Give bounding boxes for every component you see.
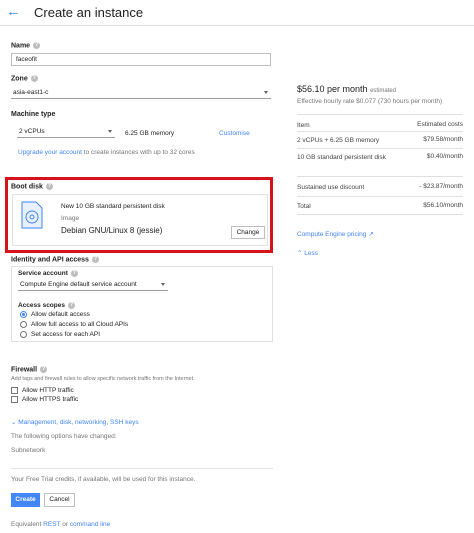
http-checkbox[interactable] <box>11 387 18 394</box>
zone-select[interactable]: asia-east1-c <box>11 88 271 99</box>
chevron-down-icon <box>264 91 268 94</box>
help-icon[interactable]: ? <box>70 270 78 277</box>
rest-link[interactable]: REST <box>43 521 60 528</box>
create-button[interactable]: Create <box>11 493 40 507</box>
vcpu-select[interactable]: 2 vCPUs <box>17 127 115 138</box>
monthly-price: $56.10 per month estimated <box>297 84 397 94</box>
equivalent-note: Equivalent REST or command line <box>11 521 111 528</box>
external-link-icon: ↗ <box>368 231 374 238</box>
trial-note: Your Free Trial credits, if available, w… <box>11 476 196 483</box>
boot-disk-card: New 10 GB standard persistent disk Image… <box>12 194 268 246</box>
zone-label: Zone? <box>11 75 38 83</box>
boot-disk-label: Boot disk? <box>11 183 53 191</box>
subnetwork-note: Subnetwork <box>11 447 46 454</box>
cancel-button[interactable]: Cancel <box>44 493 75 507</box>
https-checkbox[interactable] <box>11 396 18 403</box>
boot-disk-title: New 10 GB standard persistent disk <box>61 203 165 210</box>
help-icon[interactable]: ? <box>30 75 38 82</box>
divider <box>297 214 463 215</box>
machine-type-label: Machine type <box>11 111 56 118</box>
pricing-link[interactable]: Compute Engine pricing ↗ <box>297 230 374 238</box>
http-label: Allow HTTP traffic <box>22 387 74 394</box>
scope-radio-full[interactable] <box>20 321 27 328</box>
boot-image-label: Image <box>61 215 80 222</box>
scope-radio-default[interactable] <box>20 311 27 318</box>
changed-note: The following options have changed: <box>11 433 117 440</box>
name-label: Name? <box>11 42 41 50</box>
scope-option-label: Set access for each API <box>31 331 101 338</box>
chevron-down-icon <box>108 130 112 133</box>
upgrade-account-link[interactable]: Upgrade your account <box>18 149 82 156</box>
help-icon[interactable]: ? <box>33 42 41 49</box>
help-icon[interactable]: ? <box>91 256 99 263</box>
back-arrow-icon[interactable]: ← <box>6 4 22 20</box>
scope-radio-each[interactable] <box>20 331 27 338</box>
upgrade-note: Upgrade your account to create instances… <box>18 149 195 156</box>
firewall-description: Add tags and firewall rules to allow spe… <box>11 376 195 382</box>
help-icon[interactable]: ? <box>40 366 48 373</box>
page-header: ← Create an instance <box>0 0 474 26</box>
help-icon[interactable]: ? <box>67 302 75 309</box>
divider <box>297 148 463 149</box>
help-icon[interactable]: ? <box>45 183 53 190</box>
management-toggle[interactable]: ⌄ Management, disk, networking, SSH keys <box>11 418 139 426</box>
scope-option-label: Allow full access to all Cloud APIs <box>31 321 129 328</box>
change-boot-disk-button[interactable]: Change <box>231 226 265 239</box>
boot-image-value: Debian GNU/Linux 8 (jessie) <box>61 226 163 235</box>
divider <box>11 468 273 469</box>
disk-icon <box>21 201 43 229</box>
divider <box>297 114 463 115</box>
divider <box>297 176 463 177</box>
divider <box>297 131 463 132</box>
service-account-label: Service account? <box>18 270 78 278</box>
access-scopes-label: Access scopes? <box>18 302 75 310</box>
hourly-rate: Effective hourly rate $0.077 (730 hours … <box>297 98 443 105</box>
divider <box>297 196 463 197</box>
firewall-label: Firewall? <box>11 366 48 374</box>
chevron-down-icon <box>161 283 165 286</box>
command-line-link[interactable]: command line <box>70 521 110 528</box>
less-toggle[interactable]: ⌃ Less <box>297 249 318 257</box>
page-title: Create an instance <box>34 5 144 20</box>
memory-value: 6.25 GB memory <box>125 130 175 137</box>
identity-label: Identity and API access? <box>11 256 99 264</box>
service-account-select[interactable]: Compute Engine default service account <box>18 280 168 291</box>
https-label: Allow HTTPS traffic <box>22 396 79 403</box>
scope-option-label: Allow default access <box>31 311 90 318</box>
customise-link[interactable]: Customise <box>219 130 250 137</box>
name-input[interactable]: faceofit <box>11 53 271 66</box>
